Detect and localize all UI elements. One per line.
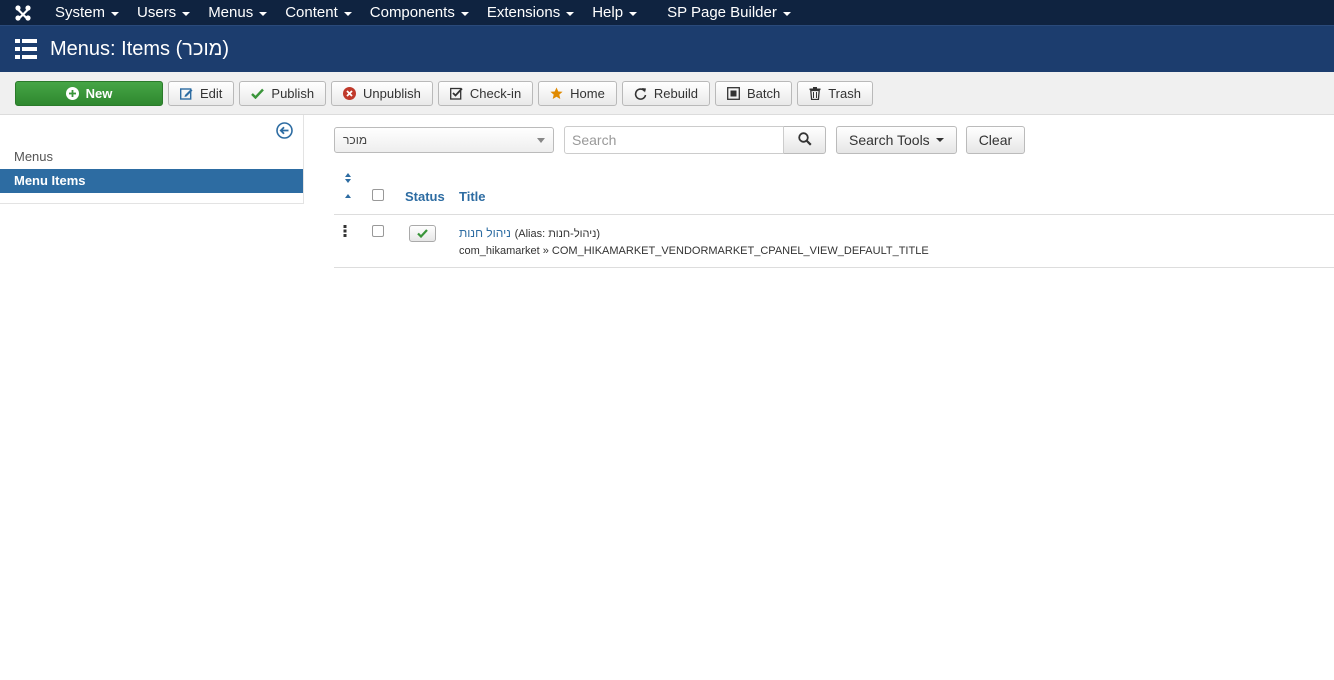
- search-button[interactable]: [784, 126, 826, 154]
- status-header[interactable]: Status: [405, 168, 459, 215]
- checkbox-icon: [449, 87, 463, 100]
- menu-system-label: System: [55, 4, 106, 21]
- clear-button-label: Clear: [978, 132, 1013, 148]
- toolbar: New Edit Publish Unpublish Check-in Home: [0, 72, 1334, 115]
- published-toggle[interactable]: [409, 224, 436, 242]
- title-cell: ניהול חנות (Alias: ניהול-חנות) com_hikam…: [459, 214, 1334, 268]
- publish-button-label: Publish: [271, 85, 315, 101]
- status-cell: [405, 214, 459, 268]
- sidebar-collapse-row: [0, 115, 303, 145]
- joomla-logo-icon[interactable]: [0, 0, 46, 25]
- menu-system[interactable]: System: [46, 0, 128, 25]
- filter-bar: מוכר Search Tools Clear: [334, 126, 1334, 154]
- clear-button[interactable]: Clear: [965, 126, 1026, 154]
- star-icon: [550, 87, 563, 100]
- top-menu: System Users Menus Content Components Ex…: [46, 0, 800, 25]
- rebuild-button[interactable]: Rebuild: [621, 80, 710, 106]
- content-area: Menus Menu Items מוכר Search Tools Clear: [0, 115, 1334, 268]
- batch-button-label: Batch: [746, 85, 781, 101]
- new-button-label: New: [85, 85, 113, 101]
- trash-button[interactable]: Trash: [797, 80, 873, 106]
- new-button[interactable]: New: [15, 80, 163, 106]
- rebuild-button-label: Rebuild: [653, 85, 698, 101]
- item-link-type: com_hikamarket » COM_HIKAMARKET_VENDORMA…: [459, 244, 929, 257]
- close-circle-icon: [343, 86, 357, 100]
- item-title-link[interactable]: ניהול חנות: [459, 226, 511, 240]
- chevron-down-icon: [460, 11, 469, 16]
- sidebar: Menus Menu Items: [0, 115, 304, 268]
- menu-components-label: Components: [369, 4, 455, 21]
- checkmark-icon: [251, 88, 265, 99]
- drag-handle-icon: [343, 224, 347, 237]
- page-title: Menus: Items (מוכר): [50, 37, 230, 60]
- chevron-down-icon: [782, 11, 791, 16]
- home-button[interactable]: Home: [538, 80, 617, 106]
- menu-menus-label: Menus: [208, 4, 254, 21]
- unpublish-button-label: Unpublish: [363, 85, 421, 101]
- publish-button[interactable]: Publish: [239, 80, 327, 106]
- search-input[interactable]: [564, 126, 784, 154]
- trash-icon: [809, 86, 821, 100]
- batch-icon: [727, 86, 740, 100]
- select-all-header: [365, 168, 405, 215]
- menu-users-label: Users: [137, 4, 177, 21]
- chevron-down-icon: [629, 11, 638, 16]
- edit-button[interactable]: Edit: [168, 80, 235, 106]
- list-icon: [0, 39, 50, 59]
- collapse-sidebar-icon[interactable]: [276, 122, 293, 142]
- unpublish-button[interactable]: Unpublish: [331, 80, 433, 106]
- row-checkbox-cell: [365, 214, 405, 268]
- trash-button-label: Trash: [828, 85, 861, 101]
- menu-content-label: Content: [285, 4, 338, 21]
- table-row: ניהול חנות (Alias: ניהול-חנות) com_hikam…: [334, 214, 1334, 268]
- checkin-button[interactable]: Check-in: [437, 80, 534, 106]
- menu-sp-page-builder-label: SP Page Builder: [667, 4, 777, 21]
- row-checkbox[interactable]: [372, 224, 384, 237]
- chevron-down-icon: [111, 11, 120, 16]
- chevron-down-icon: [566, 11, 575, 16]
- main-panel: מוכר Search Tools Clear: [304, 115, 1334, 268]
- menu-help[interactable]: Help: [583, 0, 646, 25]
- search-icon: [797, 131, 812, 149]
- top-navbar: System Users Menus Content Components Ex…: [0, 0, 1334, 25]
- search-tools-label: Search Tools: [849, 132, 930, 148]
- chevron-down-icon: [537, 137, 545, 143]
- sidebar-item-menu-items[interactable]: Menu Items: [0, 169, 303, 193]
- chevron-down-icon: [343, 11, 352, 16]
- menu-help-label: Help: [592, 4, 624, 21]
- menu-extensions-label: Extensions: [486, 4, 561, 21]
- drag-handle[interactable]: [334, 214, 365, 268]
- menu-items-table: Status Title ניהול חנות (Alias: ניהול-חנ…: [334, 168, 1334, 268]
- ordering-header[interactable]: [334, 168, 365, 215]
- chevron-down-icon: [935, 138, 944, 142]
- refresh-icon: [634, 87, 647, 100]
- checkin-button-label: Check-in: [469, 85, 522, 101]
- page-header: Menus: Items (מוכר): [0, 25, 1334, 72]
- sidebar-item-menus[interactable]: Menus: [0, 145, 303, 169]
- menu-menus[interactable]: Menus: [199, 0, 276, 25]
- sidebar-box: Menus Menu Items: [0, 115, 304, 204]
- menu-extensions[interactable]: Extensions: [478, 0, 583, 25]
- item-alias: (Alias: ניהול-חנות): [514, 227, 601, 240]
- select-all-checkbox[interactable]: [372, 188, 384, 201]
- batch-button[interactable]: Batch: [714, 80, 793, 106]
- chevron-down-icon: [259, 11, 268, 16]
- search-tools-button[interactable]: Search Tools: [836, 126, 957, 154]
- edit-button-label: Edit: [200, 85, 223, 101]
- title-header[interactable]: Title: [459, 168, 1334, 215]
- home-button-label: Home: [570, 85, 605, 101]
- edit-icon: [180, 87, 193, 100]
- menu-components[interactable]: Components: [361, 0, 478, 25]
- chevron-down-icon: [182, 11, 191, 16]
- table-header-row: Status Title: [334, 168, 1334, 215]
- plus-circle-icon: [65, 86, 79, 100]
- menu-select[interactable]: מוכר: [334, 127, 554, 153]
- menu-users[interactable]: Users: [128, 0, 199, 25]
- checkmark-icon: [417, 228, 428, 238]
- menu-sp-page-builder[interactable]: SP Page Builder: [658, 0, 800, 25]
- menu-content[interactable]: Content: [276, 0, 361, 25]
- sort-icon: [345, 172, 351, 198]
- menu-select-value: מוכר: [343, 133, 368, 147]
